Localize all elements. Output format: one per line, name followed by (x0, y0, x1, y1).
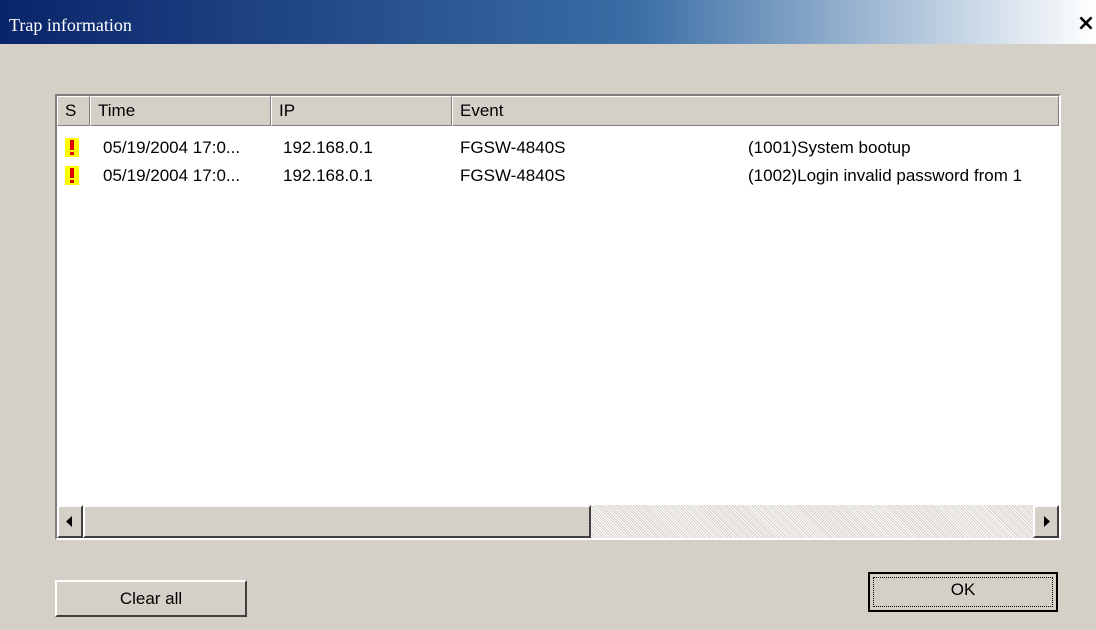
scrollbar-thumb[interactable] (83, 505, 591, 538)
warning-exclamation-icon (65, 138, 79, 157)
horizontal-scrollbar[interactable] (57, 505, 1059, 538)
warning-exclamation-icon (65, 166, 79, 185)
row-event-message: (1001)System bootup (748, 138, 911, 157)
clear-all-button[interactable]: Clear all (55, 580, 247, 617)
table-row[interactable]: 05/19/2004 17:0... 192.168.0.1 FGSW-4840… (57, 134, 1059, 161)
ok-button-label: OK (950, 580, 976, 599)
scroll-left-button[interactable] (57, 505, 83, 538)
row-event-message: (1002)Login invalid password from 1 (748, 166, 1023, 185)
column-header-ip[interactable]: IP (271, 96, 452, 126)
column-header-time[interactable]: Time (90, 96, 271, 126)
row-device: FGSW-4840S (460, 166, 566, 185)
row-time: 05/19/2004 17:0... (103, 138, 241, 157)
column-header-event[interactable]: Event (452, 96, 1059, 126)
window-title: Trap information (9, 15, 132, 35)
list-header: S Time IP Event (57, 96, 1059, 126)
title-bar: Trap information × (0, 0, 1096, 44)
arrow-right-icon (1044, 516, 1050, 527)
arrow-left-icon (66, 516, 72, 527)
row-device: FGSW-4840S (460, 138, 566, 157)
row-ip: 192.168.0.1 (283, 166, 373, 185)
close-button[interactable]: × (1076, 13, 1096, 35)
table-row[interactable]: 05/19/2004 17:0... 192.168.0.1 FGSW-4840… (57, 162, 1059, 189)
ok-button[interactable]: OK (868, 572, 1058, 612)
scroll-right-button[interactable] (1033, 505, 1059, 538)
column-header-severity[interactable]: S (57, 96, 90, 126)
row-ip: 192.168.0.1 (283, 138, 373, 157)
trap-list[interactable]: S Time IP Event 05/19/2004 17:0... 192.1… (55, 94, 1061, 540)
row-time: 05/19/2004 17:0... (103, 166, 241, 185)
